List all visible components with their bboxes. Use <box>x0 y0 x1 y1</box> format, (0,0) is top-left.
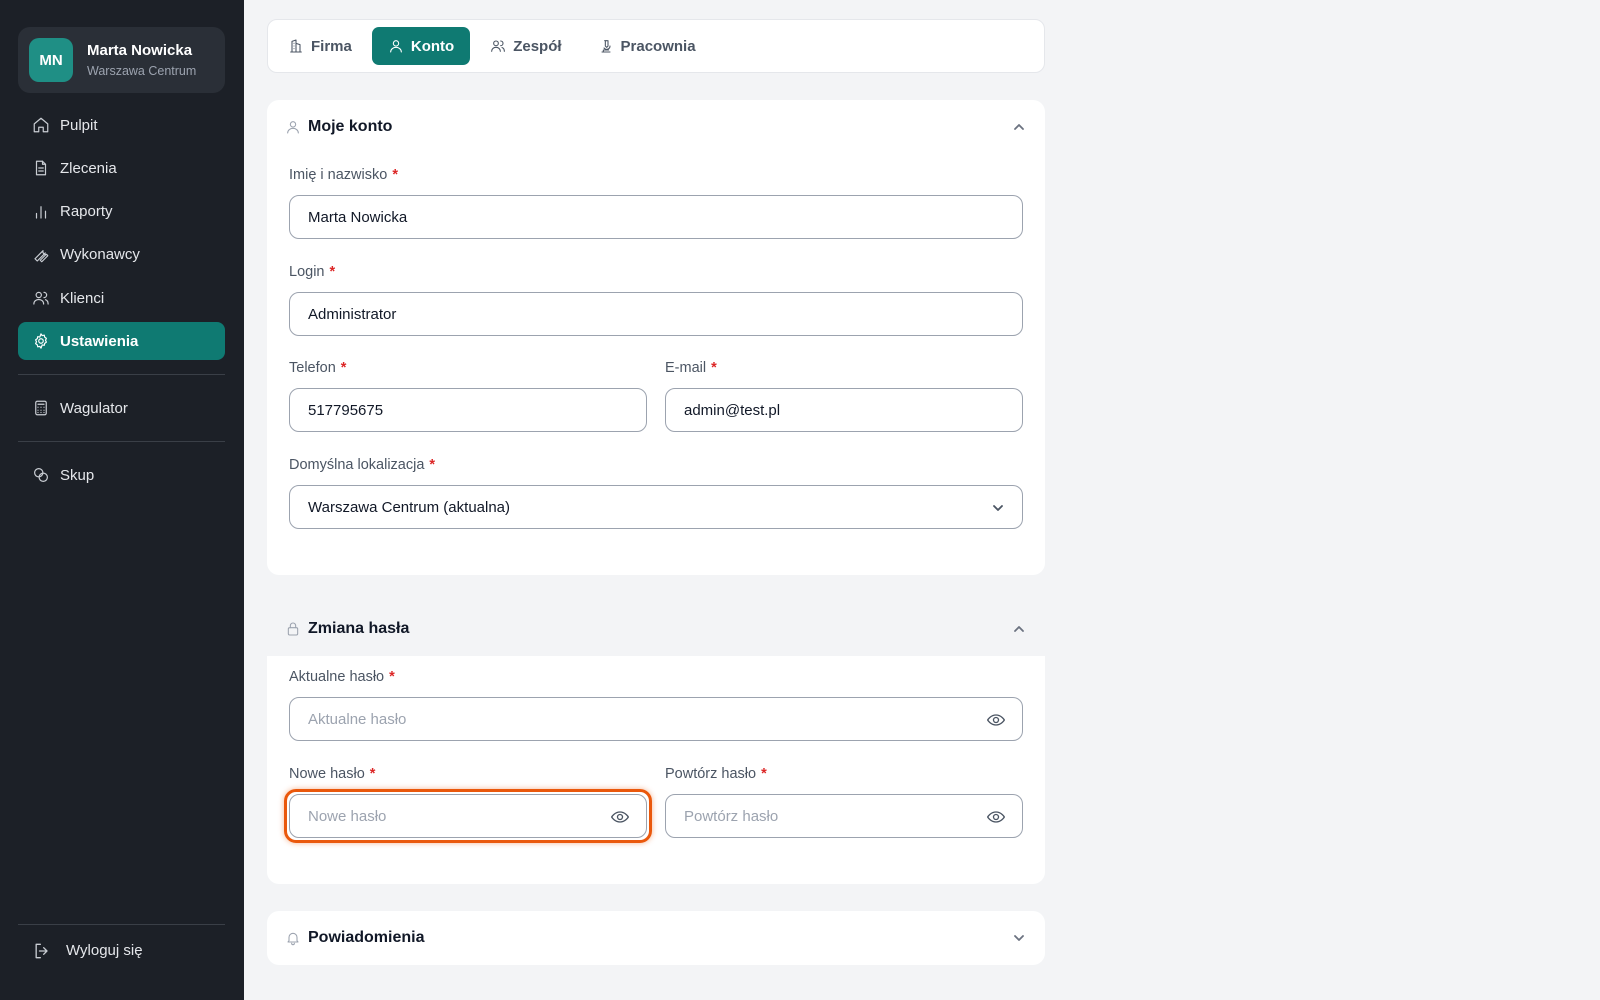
account-card-header[interactable]: Moje konto <box>267 100 1045 154</box>
tab-konto[interactable]: Konto <box>371 27 471 65</box>
field-label: Login * <box>289 264 336 280</box>
sidebar-item-label: Raporty <box>60 203 113 221</box>
coins-icon <box>34 468 48 483</box>
chevron-up-icon[interactable] <box>1013 121 1025 133</box>
eye-icon[interactable] <box>610 807 630 827</box>
sidebar-nav: Pulpit Zlecenia Raporty Wykonawcy Klienc… <box>18 106 225 500</box>
sidebar-item-wykonawcy[interactable]: Wykonawcy <box>18 236 225 274</box>
field-label: Nowe hasło * <box>289 766 376 782</box>
notifications-card: Powiadomienia <box>267 911 1045 965</box>
tab-label: Zespół <box>513 37 562 55</box>
email-field: E-mail * admin@test.pl <box>665 360 1023 432</box>
eye-icon[interactable] <box>986 710 1006 730</box>
user-profile-card[interactable]: MN Marta Nowicka Warszawa Centrum <box>18 27 225 93</box>
bell-icon <box>287 932 299 946</box>
full-name-input[interactable]: Marta Nowicka <box>289 195 1023 239</box>
sidebar-item-label: Pulpit <box>60 116 98 134</box>
avatar: MN <box>29 38 73 82</box>
tab-zespol[interactable]: Zespół <box>474 27 577 65</box>
sidebar-item-label: Zlecenia <box>60 159 117 177</box>
sidebar-item-skup[interactable]: Skup <box>18 456 225 494</box>
sidebar-item-label: Wykonawcy <box>60 246 140 264</box>
input-placeholder: Aktualne hasło <box>308 710 407 728</box>
phone-field: Telefon * 517795675 <box>289 360 647 432</box>
document-icon <box>35 160 47 176</box>
users-icon <box>491 40 506 52</box>
field-label: Imię i nazwisko * <box>289 167 398 183</box>
account-card: Moje konto Imię i nazwisko * Marta Nowick… <box>267 100 1045 575</box>
new-password-input[interactable]: Nowe hasło <box>289 794 647 838</box>
sidebar-item-klienci[interactable]: Klienci <box>18 279 225 317</box>
sidebar-divider <box>18 374 225 376</box>
password-card-body: Aktualne hasło * Aktualne hasło Nowe hasł… <box>267 656 1045 884</box>
wrench-icon <box>34 250 49 263</box>
logout-label: Wyloguj się <box>66 942 143 959</box>
tab-firma[interactable]: Firma <box>272 27 368 65</box>
users-icon <box>33 291 49 305</box>
user-icon <box>389 40 402 53</box>
sidebar-item-pulpit[interactable]: Pulpit <box>18 106 225 144</box>
notifications-card-header[interactable]: Powiadomienia <box>267 911 1045 965</box>
card-title: Powiadomienia <box>308 929 425 946</box>
tab-label: Konto <box>410 37 455 55</box>
settings-tabs: Firma Konto Zespół Pracownia <box>267 19 1045 73</box>
email-input[interactable]: admin@test.pl <box>665 388 1023 432</box>
field-label: Telefon * <box>289 360 347 376</box>
sidebar: MN Marta Nowicka Warszawa Centrum Pulpit… <box>0 0 244 1000</box>
chevron-down-icon <box>993 505 1003 511</box>
repeat-password-input[interactable]: Powtórz hasło <box>665 794 1023 838</box>
login-input[interactable]: Administrator <box>289 292 1023 336</box>
sidebar-item-ustawienia[interactable]: Ustawienia <box>18 322 225 361</box>
default-location-select[interactable]: Warszawa Centrum (aktualna) <box>289 485 1023 529</box>
tab-label: Firma <box>311 37 352 55</box>
chevron-up-icon[interactable] <box>1013 623 1025 635</box>
card-title: Zmiana hasła <box>308 620 410 637</box>
logout-icon <box>35 943 48 958</box>
lock-icon <box>287 622 299 636</box>
gear-icon <box>35 333 47 350</box>
building-icon <box>290 39 302 53</box>
chevron-down-icon[interactable] <box>1013 932 1025 944</box>
default-location-field: Domyślna lokalizacja * Warszawa Centrum (… <box>289 457 1023 529</box>
sidebar-item-wagulator[interactable]: Wagulator <box>18 389 225 427</box>
user-icon <box>287 121 299 134</box>
sidebar-item-label: Skup <box>60 466 95 484</box>
phone-input[interactable]: 517795675 <box>289 388 647 432</box>
field-label: Powtórz hasło * <box>665 766 767 782</box>
tab-label: Pracownia <box>620 37 696 55</box>
sidebar-divider <box>18 441 225 443</box>
current-password-field: Aktualne hasło * Aktualne hasło <box>289 669 1023 741</box>
bar-chart-icon <box>35 205 47 219</box>
sidebar-item-zlecenia[interactable]: Zlecenia <box>18 149 225 187</box>
current-password-input[interactable]: Aktualne hasło <box>289 697 1023 741</box>
repeat-password-field: Powtórz hasło * Powtórz hasło <box>665 766 1023 838</box>
home-icon <box>33 117 49 133</box>
eye-icon[interactable] <box>986 807 1006 827</box>
user-name: Marta Nowicka <box>87 42 193 59</box>
microscope-icon <box>600 40 611 53</box>
login-field: Login * Administrator <box>289 264 1023 336</box>
card-title: Moje konto <box>308 118 393 135</box>
user-location: Warszawa Centrum <box>87 64 197 78</box>
select-value: Warszawa Centrum (aktualna) <box>308 498 511 516</box>
sidebar-item-label: Klienci <box>60 289 105 307</box>
field-label: Domyślna lokalizacja * <box>289 457 436 473</box>
tab-pracownia[interactable]: Pracownia <box>582 27 712 65</box>
full-name-field: Imię i nazwisko * Marta Nowicka <box>289 167 1023 239</box>
logout-button[interactable]: Wyloguj się <box>18 924 225 976</box>
password-card-header[interactable]: Zmiana hasła <box>267 602 1045 656</box>
sidebar-item-label: Ustawienia <box>60 332 139 350</box>
calculator-icon <box>35 401 47 416</box>
input-placeholder: Nowe hasło <box>308 807 387 825</box>
sidebar-item-label: Wagulator <box>60 399 128 417</box>
field-label: Aktualne hasło * <box>289 669 395 685</box>
new-password-field: Nowe hasło * Nowe hasło <box>289 766 647 838</box>
field-label: E-mail * <box>665 360 717 376</box>
input-placeholder: Powtórz hasło <box>684 807 779 825</box>
sidebar-item-raporty[interactable]: Raporty <box>18 193 225 231</box>
